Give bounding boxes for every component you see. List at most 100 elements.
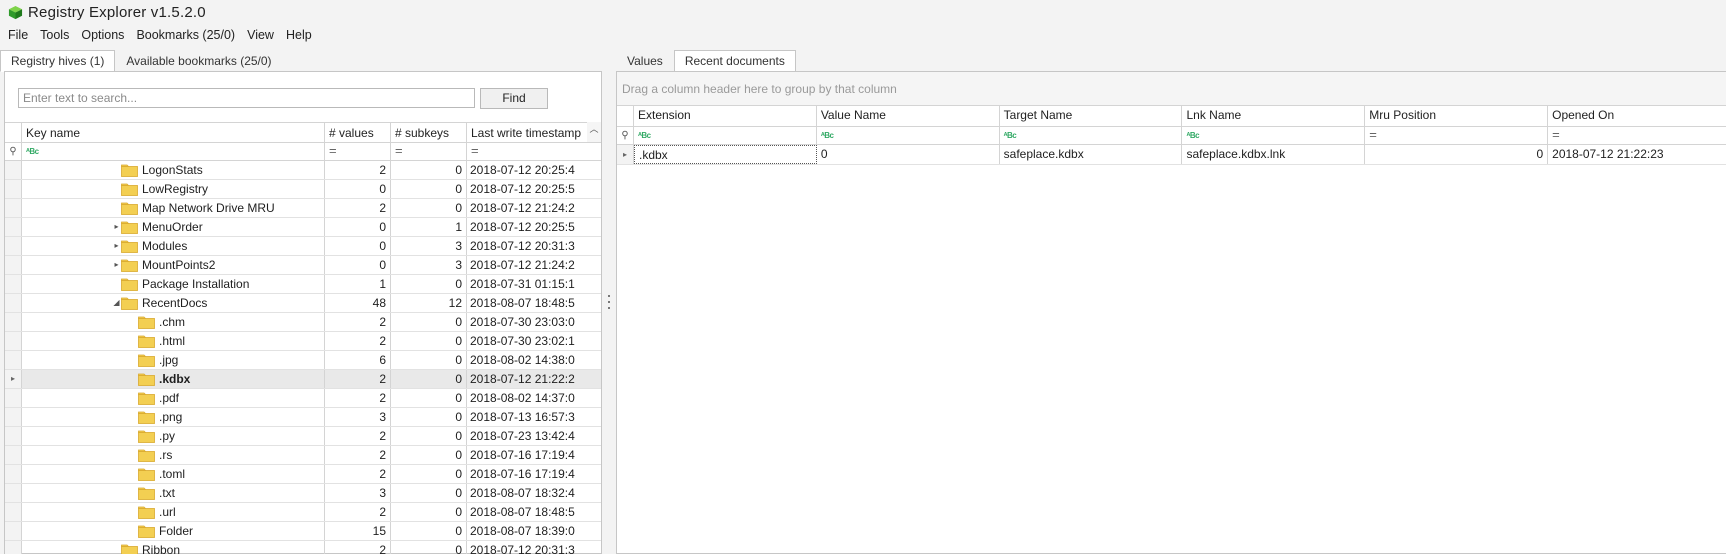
tree-row[interactable]: .chm 2 0 2018-07-30 23:03:0 [5,313,601,332]
cell-subkeys-count[interactable]: 0 [391,275,467,293]
cell-timestamp[interactable]: 2018-07-12 21:24:2 [467,199,587,217]
cell-target-name[interactable]: safeplace.kdbx [1000,145,1183,164]
cell-values-count[interactable]: 2 [325,446,391,464]
cell-key-name[interactable]: ▸ MenuOrder [22,218,325,236]
cell-timestamp[interactable]: 2018-07-12 20:25:5 [467,180,587,198]
col-lnk-name[interactable]: Lnk Name [1182,106,1366,126]
cell-value-name[interactable]: 0 [817,145,1000,164]
tree-row[interactable]: .html 2 0 2018-07-30 23:02:1 [5,332,601,351]
cell-key-name[interactable]: LowRegistry [22,180,325,198]
find-button[interactable]: Find [480,88,548,109]
cell-key-name[interactable]: .rs [22,446,325,464]
cell-timestamp[interactable]: 2018-07-16 17:19:4 [467,465,587,483]
cell-lnk-name[interactable]: safeplace.kdbx.lnk [1182,145,1366,164]
menu-bookmarks[interactable]: Bookmarks (25/0) [130,25,241,45]
cell-subkeys-count[interactable]: 3 [391,256,467,274]
cell-timestamp[interactable]: 2018-08-07 18:39:0 [467,522,587,540]
cell-subkeys-count[interactable]: 3 [391,237,467,255]
col-key-name[interactable]: Key name [22,123,325,142]
tree-row[interactable]: LowRegistry 0 0 2018-07-12 20:25:5 [5,180,601,199]
tree-row[interactable]: ▸ .kdbx 2 0 2018-07-12 21:22:2 [5,370,601,389]
filter-subkeys[interactable]: = [391,143,467,160]
cell-subkeys-count[interactable]: 0 [391,180,467,198]
cell-subkeys-count[interactable]: 12 [391,294,467,312]
filter-lnk-name[interactable]: ᴬBc [1182,127,1366,144]
cell-timestamp[interactable]: 2018-07-12 20:25:4 [467,161,587,179]
scroll-up-icon[interactable]: ︿ [587,122,601,136]
col-extension[interactable]: Extension [634,106,817,126]
cell-key-name[interactable]: .url [22,503,325,521]
filter-value-name[interactable]: ᴬBc [817,127,1000,144]
cell-timestamp[interactable]: 2018-07-12 20:25:5 [467,218,587,236]
cell-key-name[interactable]: ▸ MountPoints2 [22,256,325,274]
cell-timestamp[interactable]: 2018-07-12 20:31:3 [467,541,587,554]
cell-key-name[interactable]: .html [22,332,325,350]
cell-key-name[interactable]: .kdbx [22,370,325,388]
cell-values-count[interactable]: 15 [325,522,391,540]
cell-values-count[interactable]: 0 [325,218,391,236]
menu-file[interactable]: File [2,25,34,45]
cell-values-count[interactable]: 2 [325,541,391,554]
cell-key-name[interactable]: Ribbon [22,541,325,554]
cell-timestamp[interactable]: 2018-08-07 18:32:4 [467,484,587,502]
col-values-count[interactable]: # values [325,123,391,142]
cell-timestamp[interactable]: 2018-07-30 23:02:1 [467,332,587,350]
cell-key-name[interactable]: LogonStats [22,161,325,179]
cell-values-count[interactable]: 2 [325,370,391,388]
cell-key-name[interactable]: .pdf [22,389,325,407]
filter-values[interactable]: = [325,143,391,160]
cell-values-count[interactable]: 2 [325,161,391,179]
expand-toggle-icon[interactable]: ▸ [112,218,121,236]
col-mru-position[interactable]: Mru Position [1365,106,1549,126]
cell-timestamp[interactable]: 2018-08-07 18:48:5 [467,503,587,521]
cell-values-count[interactable]: 48 [325,294,391,312]
tree-row[interactable]: ▸ Modules 0 3 2018-07-12 20:31:3 [5,237,601,256]
expand-toggle-icon[interactable]: ▸ [112,256,121,274]
cell-key-name[interactable]: Map Network Drive MRU [22,199,325,217]
cell-key-name[interactable]: Folder [22,522,325,540]
cell-subkeys-count[interactable]: 0 [391,161,467,179]
cell-values-count[interactable]: 2 [325,313,391,331]
col-target-name[interactable]: Target Name [1000,106,1183,126]
cell-key-name[interactable]: .jpg [22,351,325,369]
cell-timestamp[interactable]: 2018-07-12 21:22:2 [467,370,587,388]
filter-key-name[interactable]: ᴬBc [22,143,325,160]
cell-extension[interactable]: .kdbx [633,145,817,164]
menu-options[interactable]: Options [75,25,130,45]
panel-splitter[interactable] [604,50,614,554]
col-subkeys-count[interactable]: # subkeys [391,123,467,142]
filter-opened-on[interactable]: = [1548,127,1726,144]
tab-recent-documents[interactable]: Recent documents [673,50,796,72]
cell-subkeys-count[interactable]: 0 [391,465,467,483]
cell-subkeys-count[interactable]: 0 [391,370,467,388]
cell-timestamp[interactable]: 2018-07-30 23:03:0 [467,313,587,331]
cell-values-count[interactable]: 2 [325,427,391,445]
cell-key-name[interactable]: ◢ RecentDocs [22,294,325,312]
cell-timestamp[interactable]: 2018-08-02 14:38:0 [467,351,587,369]
cell-subkeys-count[interactable]: 0 [391,199,467,217]
tree-row[interactable]: .rs 2 0 2018-07-16 17:19:4 [5,446,601,465]
cell-key-name[interactable]: Package Installation [22,275,325,293]
tree-row[interactable]: .pdf 2 0 2018-08-02 14:37:0 [5,389,601,408]
tree-row[interactable]: .py 2 0 2018-07-23 13:42:4 [5,427,601,446]
filter-timestamp[interactable]: = [467,143,587,160]
cell-timestamp[interactable]: 2018-07-12 20:31:3 [467,237,587,255]
table-row[interactable]: ▸ .kdbx 0 safeplace.kdbx safeplace.kdbx.… [617,145,1726,165]
tab-values[interactable]: Values [616,50,674,72]
tab-available-bookmarks[interactable]: Available bookmarks (25/0) [115,50,282,72]
cell-opened-on[interactable]: 2018-07-12 21:22:23 [1548,145,1726,164]
search-input[interactable] [18,88,475,108]
tree-row[interactable]: .url 2 0 2018-08-07 18:48:5 [5,503,601,522]
cell-timestamp[interactable]: 2018-07-23 13:42:4 [467,427,587,445]
tree-row[interactable]: .txt 3 0 2018-08-07 18:32:4 [5,484,601,503]
cell-key-name[interactable]: .png [22,408,325,426]
cell-key-name[interactable]: .toml [22,465,325,483]
cell-values-count[interactable]: 0 [325,256,391,274]
cell-timestamp[interactable]: 2018-08-02 14:37:0 [467,389,587,407]
cell-values-count[interactable]: 2 [325,199,391,217]
cell-subkeys-count[interactable]: 0 [391,522,467,540]
cell-subkeys-count[interactable]: 1 [391,218,467,236]
cell-subkeys-count[interactable]: 0 [391,313,467,331]
cell-mru-position[interactable]: 0 [1365,145,1549,164]
cell-timestamp[interactable]: 2018-07-31 01:15:1 [467,275,587,293]
